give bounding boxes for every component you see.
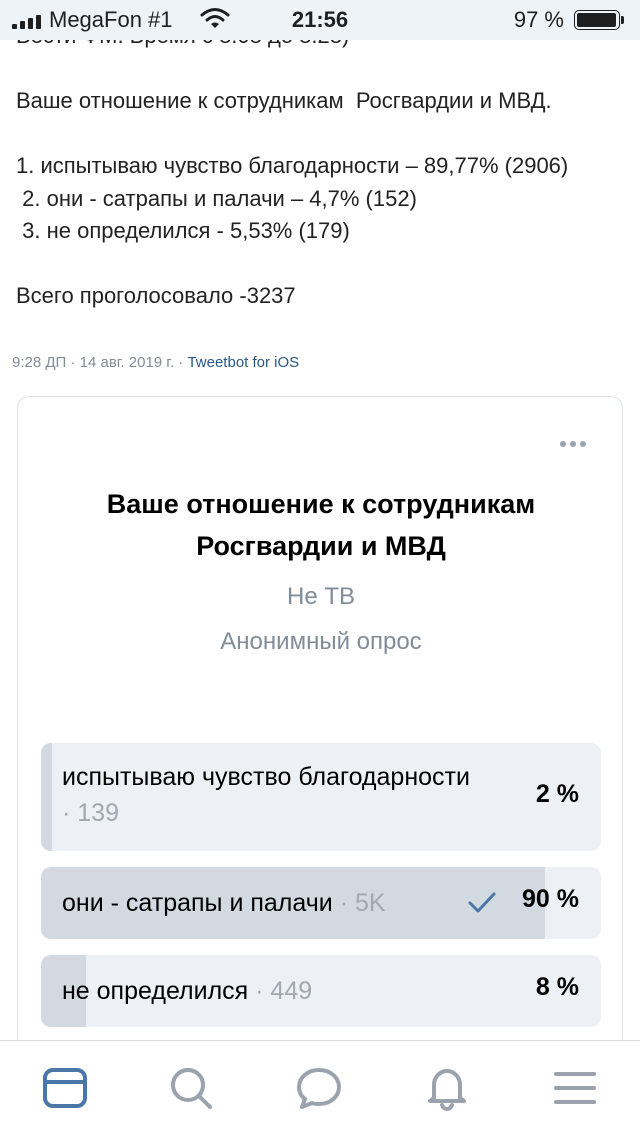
poll-title: Ваше отношение к сотрудникам Росгвардии … <box>106 489 536 561</box>
tab-bar <box>0 1040 640 1137</box>
post-text-line: 3. не определился - 5,53% (179) <box>16 218 350 243</box>
search-icon[interactable] <box>166 1063 216 1113</box>
poll-card: Ваше отношение к сотрудникам Росгвардии … <box>17 396 623 1096</box>
post-text-blank <box>16 118 626 151</box>
menu-icon[interactable] <box>550 1063 600 1113</box>
poll-option-percent: 90 % <box>522 885 579 913</box>
poll-option-label: они - сатрапы и палачи <box>62 889 333 917</box>
checkmark-icon <box>468 892 496 913</box>
post-text-line: 1. испытываю чувство благодарности – 89,… <box>16 153 569 178</box>
poll-option-text: испытываю чувство благодарности · 139 <box>62 759 482 831</box>
battery-icon <box>574 10 626 32</box>
post-text-line: 2. они - сатрапы и палачи – 4,7% (152) <box>16 185 417 211</box>
poll-option[interactable]: не определился · 449 8 % <box>41 955 601 1027</box>
poll-option-label: испытываю чувство благодарности <box>62 763 470 791</box>
more-options-icon[interactable] <box>560 441 586 447</box>
poll-author[interactable]: Не ТВ <box>18 583 624 611</box>
post-text: Вести ФМ. Время с 8.08 до 8.28) Ваше отн… <box>16 20 626 313</box>
battery-percent: 97 % <box>513 7 564 32</box>
poll-option-label: не определился <box>62 977 249 1005</box>
poll-option[interactable]: испытываю чувство благодарности · 139 2 … <box>41 743 601 851</box>
poll-option-percent: 2 % <box>535 780 579 808</box>
news-icon[interactable] <box>40 1063 90 1113</box>
post-meta: 9:28 ДП · 14 авг. 2019 г. · Tweetbot for… <box>12 354 299 371</box>
poll-option-count: · 139 <box>62 799 119 827</box>
post-text-blank <box>16 248 626 281</box>
poll-option-count: · 449 <box>248 977 313 1005</box>
poll-option-count: · 5K <box>332 889 386 917</box>
post-source-link[interactable]: Tweetbot for iOS <box>187 354 299 371</box>
post-text-line: Ваше отношение к сотрудникам Росгвардии … <box>16 88 552 113</box>
post-date: 9:28 ДП · 14 авг. 2019 г. · <box>12 354 188 371</box>
post-text-line: Всего проголосовало -3237 <box>16 283 296 308</box>
messages-icon[interactable] <box>294 1063 344 1113</box>
poll-option[interactable]: они - сатрапы и палачи · 5K 90 % <box>41 867 601 939</box>
poll-type: Анонимный опрос <box>220 628 422 655</box>
status-bar: MegaFon #1 21:56 97 % <box>0 0 640 40</box>
poll-option-bar <box>41 743 53 851</box>
post-text-blank <box>16 53 626 86</box>
poll-option-text: они - сатрапы и палачи · 5K <box>62 885 386 921</box>
poll-option-percent: 8 % <box>535 973 579 1001</box>
notifications-icon[interactable] <box>422 1063 472 1113</box>
poll-option-text: не определился · 449 <box>62 973 312 1009</box>
